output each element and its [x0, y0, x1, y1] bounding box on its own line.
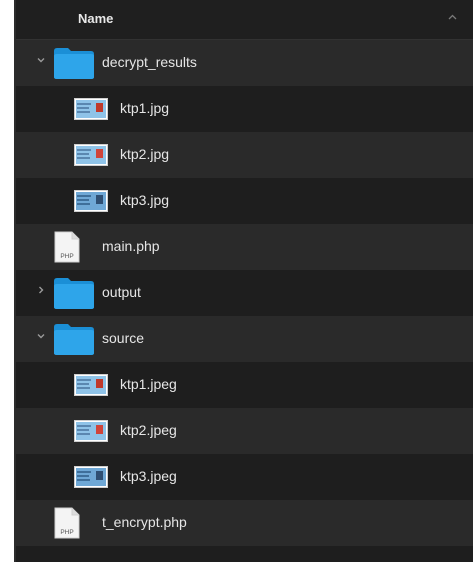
list-item[interactable]: source: [16, 316, 473, 362]
list-item-label: ktp1.jpg: [120, 100, 170, 116]
list-item[interactable]: ktp3.jpg: [16, 178, 473, 224]
folder-icon: [54, 48, 94, 79]
image-file-icon: [74, 374, 108, 396]
folder-icon: [54, 278, 94, 309]
list-item-label: decrypt_results: [102, 54, 197, 70]
list-item-label: ktp2.jpg: [120, 146, 170, 162]
column-header-name[interactable]: Name: [78, 11, 113, 26]
list-item-label: main.php: [102, 238, 160, 254]
list-item[interactable]: ktp1.jpeg: [16, 362, 473, 408]
image-file-icon: [74, 420, 108, 442]
list-item[interactable]: ktp2.jpeg: [16, 408, 473, 454]
list-item-label: ktp3.jpeg: [120, 468, 177, 484]
php-badge-text: PHP: [60, 253, 73, 260]
list-item[interactable]: ktp1.jpg: [16, 86, 473, 132]
list-item[interactable]: decrypt_results: [16, 40, 473, 86]
list-item[interactable]: PHP main.php: [16, 224, 473, 270]
list-item-label: ktp1.jpeg: [120, 376, 177, 392]
php-file-icon: PHP: [54, 507, 80, 539]
list-header: Name: [16, 0, 473, 40]
list-item[interactable]: PHP t_encrypt.php: [16, 500, 473, 546]
list-item-label: ktp3.jpg: [120, 192, 170, 208]
list-item-label: ktp2.jpeg: [120, 422, 177, 438]
chevron-right-icon[interactable]: [36, 285, 46, 295]
chevron-down-icon[interactable]: [36, 55, 46, 65]
image-file-icon: [74, 144, 108, 166]
image-file-icon: [74, 190, 108, 212]
image-file-icon: [74, 466, 108, 488]
list-item[interactable]: output: [16, 270, 473, 316]
chevron-up-icon[interactable]: [448, 13, 457, 22]
chevron-down-icon[interactable]: [36, 331, 46, 341]
folder-icon: [54, 324, 94, 355]
file-list: decrypt_results ktp1.jpg ktp2.jpg ktp3.j…: [16, 40, 473, 546]
list-item-label: t_encrypt.php: [102, 514, 187, 530]
finder-window: Name decrypt_results ktp1.jpg ktp2.jpg k…: [14, 0, 473, 562]
image-file-icon: [74, 98, 108, 120]
list-item-label: source: [102, 330, 145, 346]
list-item[interactable]: ktp3.jpeg: [16, 454, 473, 500]
list-item-label: output: [102, 284, 141, 300]
list-item[interactable]: ktp2.jpg: [16, 132, 473, 178]
php-file-icon: PHP: [54, 231, 80, 263]
php-badge-text: PHP: [60, 529, 73, 536]
